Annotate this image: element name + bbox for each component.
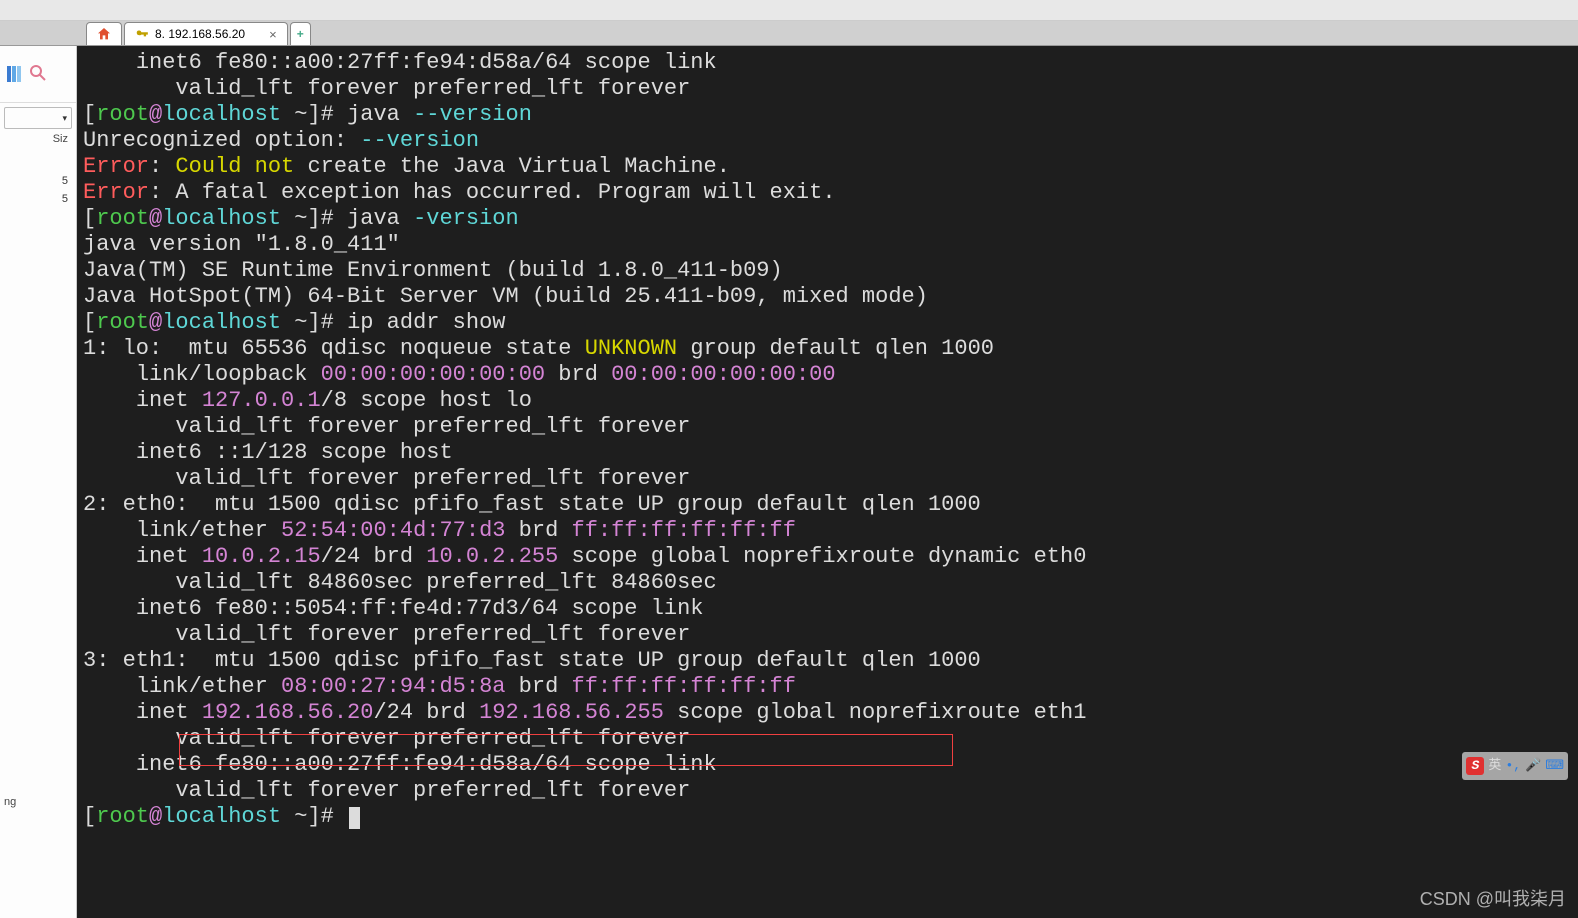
terminal-line: inet6 fe80::a00:27ff:fe94:d58a/64 scope … (83, 50, 1572, 76)
terminal-line: [root@localhost ~]# java -version (83, 206, 1572, 232)
size-header: Siz (0, 133, 76, 145)
terminal-line: valid_lft 84860sec preferred_lft 84860se… (83, 570, 1572, 596)
sidebar-select[interactable]: ▾ (4, 107, 72, 129)
tab-home[interactable] (86, 22, 122, 45)
ime-lang: 英 (1488, 753, 1501, 779)
bookmark-icon[interactable] (6, 65, 22, 83)
chevron-down-icon: ▾ (62, 113, 67, 124)
terminal-line: valid_lft forever preferred_lft forever (83, 726, 1572, 752)
home-icon (95, 26, 113, 42)
terminal-line: inet 192.168.56.20/24 brd 192.168.56.255… (83, 700, 1572, 726)
plus-icon: + (297, 27, 304, 41)
terminal-line: 1: lo: mtu 65536 qdisc noqueue state UNK… (83, 336, 1572, 362)
tab-session[interactable]: 8. 192.168.56.20 × (124, 22, 288, 45)
terminal-line: Java HotSpot(TM) 64-Bit Server VM (build… (83, 284, 1572, 310)
tab-bar: 8. 192.168.56.20 × + (0, 21, 1578, 46)
terminal-line: link/loopback 00:00:00:00:00:00 brd 00:0… (83, 362, 1572, 388)
terminal-line: inet6 ::1/128 scope host (83, 440, 1572, 466)
ime-indicator[interactable]: S 英 •, 🎤 ⌨ (1462, 752, 1568, 780)
terminal-line: link/ether 08:00:27:94:d5:8a brd ff:ff:f… (83, 674, 1572, 700)
terminal-line: link/ether 52:54:00:4d:77:d3 brd ff:ff:f… (83, 518, 1572, 544)
terminal-line: valid_lft forever preferred_lft forever (83, 778, 1572, 804)
terminal-line: valid_lft forever preferred_lft forever (83, 466, 1572, 492)
terminal-line: Unrecognized option: --version (83, 128, 1572, 154)
terminal-line: Error: Could not create the Java Virtual… (83, 154, 1572, 180)
tab-new[interactable]: + (290, 22, 311, 45)
ime-comma-icon: •, (1505, 753, 1521, 779)
terminal-line: [root@localhost ~]# (83, 804, 1572, 830)
ime-mic-icon: 🎤 (1525, 753, 1541, 779)
terminal-line: Java(TM) SE Runtime Environment (build 1… (83, 258, 1572, 284)
terminal-line: valid_lft forever preferred_lft forever (83, 76, 1572, 102)
terminal-line: inet 10.0.2.15/24 brd 10.0.2.255 scope g… (83, 544, 1572, 570)
terminal-line: [root@localhost ~]# java --version (83, 102, 1572, 128)
terminal-line: [root@localhost ~]# ip addr show (83, 310, 1572, 336)
sidebar: ▾ Siz 5 5 ng (0, 46, 77, 918)
sidebar-tools (0, 46, 76, 103)
terminal-line: Error: A fatal exception has occurred. P… (83, 180, 1572, 206)
close-icon[interactable]: × (269, 27, 277, 42)
watermark: CSDN @叫我柒月 (1420, 886, 1566, 912)
terminal-line: inet6 fe80::a00:27ff:fe94:d58a/64 scope … (83, 752, 1572, 778)
terminal-line: 2: eth0: mtu 1500 qdisc pfifo_fast state… (83, 492, 1572, 518)
menu-bar[interactable] (0, 0, 1578, 21)
tab-title: 8. 192.168.56.20 (155, 27, 245, 41)
sidebar-label-ng: ng (0, 796, 16, 808)
sidebar-num-2: 5 (0, 193, 76, 205)
search-icon[interactable] (30, 65, 46, 83)
terminal-line: valid_lft forever preferred_lft forever (83, 414, 1572, 440)
ime-logo-icon: S (1466, 757, 1484, 775)
terminal-line: inet6 fe80::5054:ff:fe4d:77d3/64 scope l… (83, 596, 1572, 622)
ime-keyboard-icon: ⌨ (1545, 753, 1564, 779)
terminal-line: java version "1.8.0_411" (83, 232, 1572, 258)
terminal-line: valid_lft forever preferred_lft forever (83, 622, 1572, 648)
sidebar-num-1: 5 (0, 175, 76, 187)
terminal[interactable]: inet6 fe80::a00:27ff:fe94:d58a/64 scope … (77, 46, 1578, 918)
terminal-line: 3: eth1: mtu 1500 qdisc pfifo_fast state… (83, 648, 1572, 674)
key-icon (135, 27, 149, 41)
terminal-line: inet 127.0.0.1/8 scope host lo (83, 388, 1572, 414)
cursor (349, 807, 360, 829)
